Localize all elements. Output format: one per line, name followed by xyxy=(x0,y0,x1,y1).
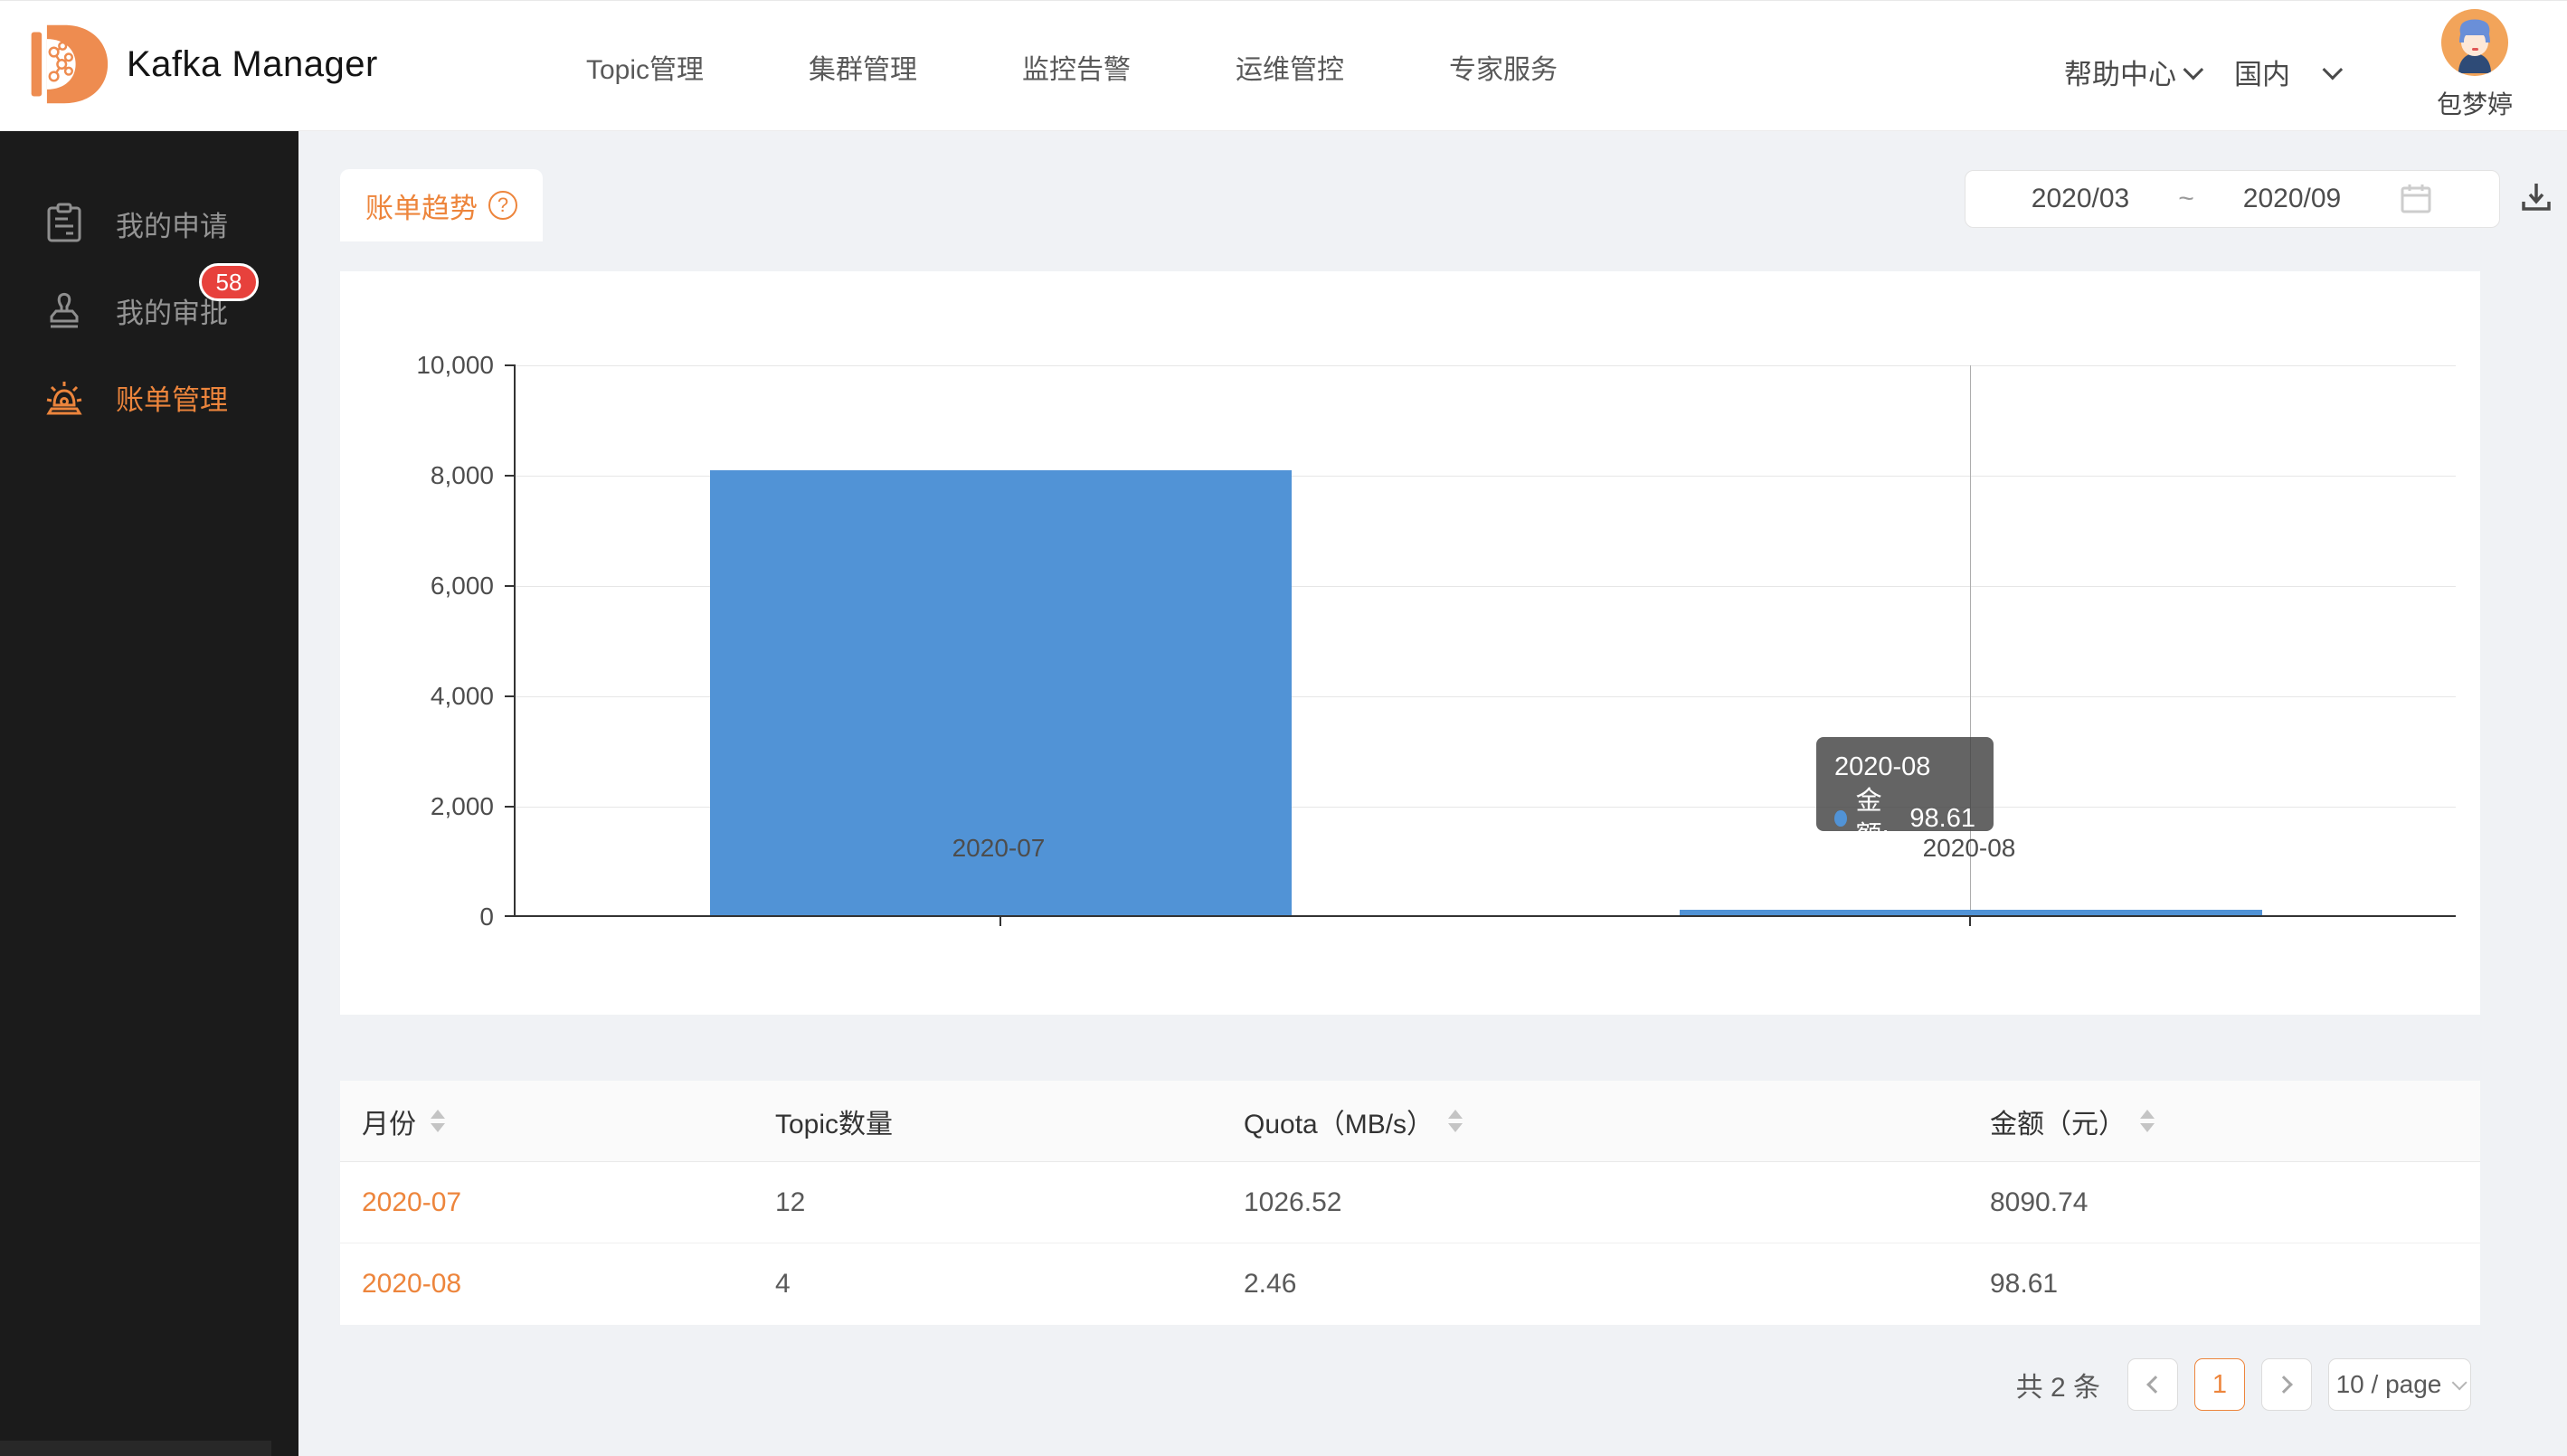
page-size-value: 10 / page xyxy=(2336,1370,2442,1399)
tab-bill-trend-label: 账单趋势 xyxy=(365,185,478,226)
table-row: 2020-07 12 1026.52 8090.74 xyxy=(340,1162,2480,1243)
topics-value: 4 xyxy=(775,1269,1244,1300)
table-row: 2020-08 4 2.46 98.61 xyxy=(340,1243,2480,1325)
approvals-count-badge: 58 xyxy=(199,263,259,301)
main-nav: Topic管理 集群管理 监控告警 运维管控 专家服务 xyxy=(586,1,1558,132)
column-header-month[interactable]: 月份 xyxy=(362,1101,775,1141)
x-axis-tick xyxy=(999,917,1001,926)
y-axis-tick xyxy=(505,585,516,587)
y-axis-labels: 10,000 8,000 6,000 4,000 2,000 0 xyxy=(340,365,494,917)
series-dot-icon xyxy=(1834,810,1847,827)
sidebar-collapse-strip[interactable] xyxy=(0,1441,271,1456)
avatar xyxy=(2440,8,2509,77)
chevron-down-icon xyxy=(2323,59,2344,80)
stamp-icon xyxy=(43,289,85,331)
column-header-topics: Topic数量 xyxy=(775,1101,1244,1141)
sidebar-item-my-applications[interactable]: 我的申请 xyxy=(0,180,298,267)
month-link[interactable]: 2020-08 xyxy=(362,1269,775,1300)
download-button[interactable] xyxy=(2516,178,2556,218)
y-axis-tick xyxy=(505,475,516,477)
tooltip-title: 2020-08 xyxy=(1834,750,1975,784)
pagination: 共 2 条 1 10 / page xyxy=(340,1358,2471,1411)
topics-value: 12 xyxy=(775,1187,1244,1218)
y-tick-label: 10,000 xyxy=(340,351,494,380)
y-axis-tick xyxy=(505,695,516,697)
column-header-label: Quota（MB/s） xyxy=(1244,1101,1434,1141)
y-tick-label: 2,000 xyxy=(340,792,494,821)
user-menu[interactable]: 包梦婷 xyxy=(2437,8,2513,121)
column-header-label: Topic数量 xyxy=(775,1101,893,1141)
chevron-down-icon xyxy=(2452,1375,2468,1390)
chevron-down-icon xyxy=(2183,59,2204,80)
sort-icon[interactable] xyxy=(431,1110,445,1132)
chevron-left-icon xyxy=(2146,1376,2164,1394)
nav-topic[interactable]: Topic管理 xyxy=(586,47,704,87)
y-tick-label: 0 xyxy=(340,903,494,931)
sort-icon[interactable] xyxy=(2140,1110,2155,1132)
table-header-row: 月份 Topic数量 Quota（MB/s） 金额（元） xyxy=(340,1081,2480,1162)
amount-value: 8090.74 xyxy=(1990,1187,2480,1218)
app-logo-icon[interactable] xyxy=(24,21,110,108)
gridline xyxy=(516,365,2456,366)
date-range-picker[interactable]: 2020/03 ~ 2020/09 xyxy=(1965,170,2500,228)
date-start-value[interactable]: 2020/03 xyxy=(2032,184,2129,214)
user-name: 包梦婷 xyxy=(2437,85,2513,121)
sidebar-item-label: 我的申请 xyxy=(116,203,228,244)
help-center-menu[interactable]: 帮助中心 xyxy=(2064,52,2198,92)
nav-cluster[interactable]: 集群管理 xyxy=(809,47,917,87)
y-axis-tick xyxy=(505,364,516,366)
billing-table: 月份 Topic数量 Quota（MB/s） 金额（元） 2020-07 12 … xyxy=(340,1081,2480,1325)
next-page-button[interactable] xyxy=(2261,1358,2312,1411)
tooltip-series-label: 金额: xyxy=(1856,784,1901,853)
toolbar-row: 账单趋势 ? 2020/03 ~ 2020/09 xyxy=(298,131,2567,271)
chart-tooltip: 2020-08 金额: 98.61 xyxy=(1816,737,1994,831)
sidebar-item-label: 账单管理 xyxy=(116,377,228,418)
question-circle-icon[interactable]: ? xyxy=(488,191,517,220)
y-tick-label: 4,000 xyxy=(340,682,494,711)
y-tick-label: 8,000 xyxy=(340,461,494,490)
date-separator: ~ xyxy=(2178,184,2194,214)
bar-2020-08[interactable] xyxy=(1680,910,2262,915)
help-center-label: 帮助中心 xyxy=(2064,52,2176,92)
calendar-icon xyxy=(2399,182,2433,216)
quota-value: 2.46 xyxy=(1244,1269,1990,1300)
main-content: 账单趋势 ? 2020/03 ~ 2020/09 xyxy=(298,131,2567,1456)
date-end-value[interactable]: 2020/09 xyxy=(2243,184,2341,214)
tab-bill-trend[interactable]: 账单趋势 ? xyxy=(340,169,543,241)
sidebar-item-billing[interactable]: 账单管理 xyxy=(0,354,298,440)
bill-trend-chart-panel: 10,000 8,000 6,000 4,000 2,000 0 xyxy=(340,271,2480,1015)
sidebar: 我的申请 我的审批 58 xyxy=(0,131,298,1456)
page-size-select[interactable]: 10 / page xyxy=(2328,1358,2471,1411)
column-header-amount[interactable]: 金额（元） xyxy=(1990,1101,2480,1141)
region-menu[interactable]: 国内 xyxy=(2234,52,2337,92)
y-axis-tick xyxy=(505,915,516,917)
amount-value: 98.61 xyxy=(1990,1269,2480,1300)
column-header-quota[interactable]: Quota（MB/s） xyxy=(1244,1101,1990,1141)
app-title: Kafka Manager xyxy=(127,44,378,85)
y-tick-label: 6,000 xyxy=(340,572,494,600)
alarm-icon xyxy=(43,376,85,418)
month-link[interactable]: 2020-07 xyxy=(362,1187,775,1218)
clipboard-icon xyxy=(43,203,85,244)
column-header-label: 金额（元） xyxy=(1990,1101,2126,1141)
y-axis-tick xyxy=(505,806,516,808)
nav-monitor[interactable]: 监控告警 xyxy=(1022,47,1131,87)
quota-value: 1026.52 xyxy=(1244,1187,1990,1218)
x-tick-label-2020-07: 2020-07 xyxy=(863,834,1134,863)
nav-expert[interactable]: 专家服务 xyxy=(1449,47,1558,87)
chevron-right-icon xyxy=(2275,1376,2293,1394)
sort-icon[interactable] xyxy=(1448,1110,1463,1132)
prev-page-button[interactable] xyxy=(2127,1358,2178,1411)
total-count: 共 2 条 xyxy=(2016,1365,2100,1404)
nav-ops[interactable]: 运维管控 xyxy=(1236,47,1344,87)
top-header: Kafka Manager Topic管理 集群管理 监控告警 运维管控 专家服… xyxy=(0,0,2567,131)
sidebar-item-my-approvals[interactable]: 我的审批 58 xyxy=(0,267,298,354)
region-label: 国内 xyxy=(2234,52,2290,92)
column-header-label: 月份 xyxy=(362,1101,416,1141)
page-1-button[interactable]: 1 xyxy=(2194,1358,2245,1411)
download-icon xyxy=(2516,178,2556,218)
bar-chart-plot-area[interactable]: 2020-08 金额: 98.61 xyxy=(514,365,2456,917)
tooltip-value: 98.61 xyxy=(1909,801,1975,836)
x-axis-tick xyxy=(1969,917,1971,926)
